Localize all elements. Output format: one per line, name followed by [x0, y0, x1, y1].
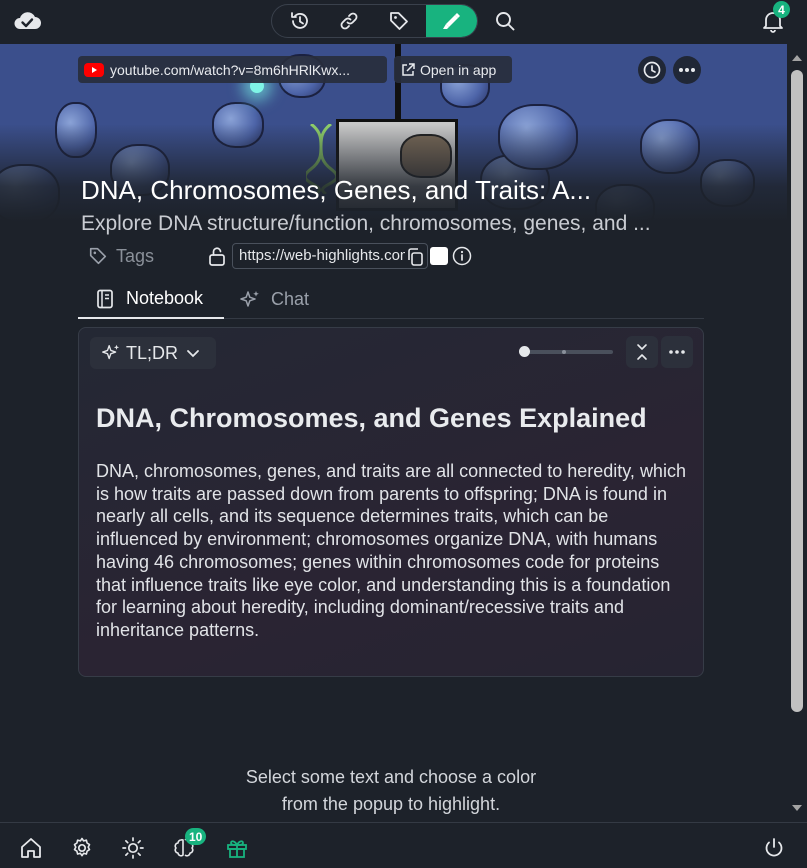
sparkle-icon: [102, 344, 120, 360]
copy-icon: [408, 248, 423, 266]
info-button[interactable]: [452, 246, 472, 266]
highlighter-icon: [443, 13, 460, 29]
hint-line-2: from the popup to highlight.: [281, 794, 501, 814]
tag-icon: [89, 247, 107, 265]
summary-card: TL;DR DNA, Chromosomes, and Genes Explai…: [78, 327, 704, 677]
summary-length-slider[interactable]: [519, 346, 613, 357]
more-horizontal-icon: [679, 68, 695, 72]
search-icon: [496, 12, 515, 31]
hint-line-1: Select some text and choose a color: [245, 767, 537, 787]
public-checkbox[interactable]: [430, 247, 448, 265]
highlight-button[interactable]: [426, 5, 477, 37]
tab-notebook-label: Notebook: [126, 288, 204, 308]
notification-count-badge: 4: [773, 1, 790, 18]
sparkle-icon: [240, 290, 259, 307]
share-url-text: https://web-highlights.com: [239, 247, 413, 264]
ai-credits-badge: 10: [185, 828, 207, 845]
gift-icon[interactable]: [225, 836, 249, 860]
open-in-app-label: Open in app: [420, 61, 497, 78]
external-link-icon: [402, 62, 415, 76]
reminder-button[interactable]: [638, 56, 666, 84]
video-description: Explore DNA structure/function, chromoso…: [81, 212, 651, 235]
info-icon: [452, 246, 472, 266]
chevron-down-icon: [187, 350, 199, 358]
summary-body: DNA, chromosomes, genes, and traits are …: [96, 461, 686, 640]
clock-icon: [643, 61, 661, 79]
youtube-icon: [84, 62, 104, 77]
share-url-field[interactable]: https://web-highlights.com: [232, 243, 428, 269]
power-icon[interactable]: [762, 836, 786, 860]
theme-sun-icon[interactable]: [121, 836, 145, 860]
tab-chat-label: Chat: [271, 289, 310, 309]
tab-chat[interactable]: Chat: [238, 280, 309, 319]
video-title: DNA, Chromosomes, Genes, and Traits: A..…: [81, 175, 592, 205]
card-more-button[interactable]: [661, 336, 693, 368]
copy-url-button[interactable]: [405, 247, 426, 267]
tags-button[interactable]: Tags: [88, 245, 154, 267]
empty-highlights-hint: Select some text and choose a color from…: [0, 764, 782, 818]
cloud-sync-icon[interactable]: [12, 8, 42, 34]
search-button[interactable]: [494, 10, 516, 32]
tab-notebook[interactable]: Notebook: [78, 280, 224, 319]
more-options-button[interactable]: [673, 56, 701, 84]
tags-label: Tags: [116, 245, 155, 266]
home-icon[interactable]: [19, 836, 43, 860]
tag-icon: [390, 12, 408, 30]
slider-handle[interactable]: [519, 346, 530, 357]
scroll-down-arrow-icon[interactable]: [791, 804, 803, 812]
link-button[interactable]: [329, 5, 369, 37]
history-button[interactable]: [280, 5, 320, 37]
unlock-icon: [209, 247, 225, 266]
share-lock-toggle[interactable]: [206, 245, 228, 267]
summary-heading: DNA, Chromosomes, and Genes Explained: [96, 403, 647, 433]
source-url-link[interactable]: youtube.com/watch?v=8m6hHRlKwx...: [78, 56, 387, 83]
open-in-app-button[interactable]: Open in app: [394, 56, 512, 83]
source-url-text: youtube.com/watch?v=8m6hHRlKwx...: [110, 61, 351, 78]
summary-mode-label: TL;DR: [126, 342, 179, 363]
collapse-icon: [637, 344, 647, 360]
top-bar: 4: [0, 0, 807, 44]
notebook-icon: [97, 289, 113, 308]
history-icon: [291, 12, 308, 29]
panel-tabs: Notebook Chat: [78, 280, 704, 319]
tag-button[interactable]: [379, 5, 419, 37]
more-horizontal-icon: [669, 350, 685, 354]
scrollbar-thumb[interactable]: [791, 70, 803, 712]
link-icon: [340, 12, 358, 30]
scroll-up-arrow-icon[interactable]: [791, 54, 803, 62]
bottom-bar: 10: [0, 822, 807, 868]
collapse-button[interactable]: [626, 336, 658, 368]
summary-mode-dropdown[interactable]: TL;DR: [90, 337, 216, 369]
mode-toolbar: [271, 4, 478, 38]
settings-gear-icon[interactable]: [70, 836, 94, 860]
